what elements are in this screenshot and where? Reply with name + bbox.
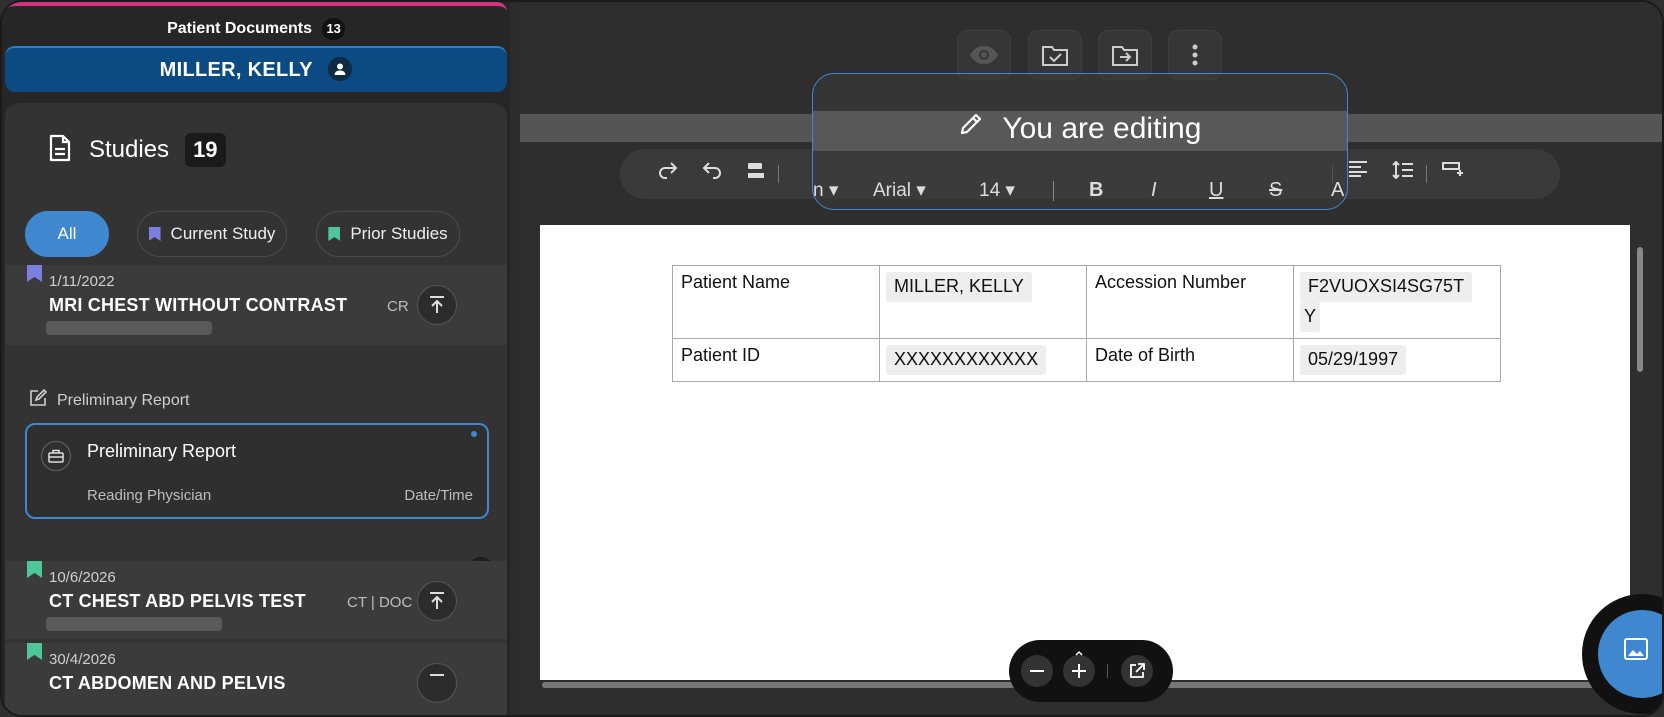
document-page[interactable]: Patient Name MILLER, KELLY Accession Num… [540, 225, 1630, 680]
table-row: Patient Name MILLER, KELLY Accession Num… [672, 265, 1501, 339]
patient-documents-title: Patient Documents [167, 20, 312, 37]
table-cell: Accession Number [1086, 265, 1294, 339]
briefcase-icon [41, 441, 71, 471]
app-window: Patient Documents 13 MILLER, KELLY Studi… [0, 0, 1664, 717]
studies-count: 19 [185, 133, 226, 167]
italic-icon[interactable]: I [1151, 179, 1157, 202]
bookmark-icon [328, 227, 341, 241]
font-size-select[interactable]: 14 ▾ [979, 179, 1015, 202]
patient-documents-count: 13 [322, 18, 345, 40]
editing-banner-text: You are editing [1002, 112, 1202, 145]
bookmark-icon [27, 643, 42, 660]
table-cell[interactable]: MILLER, KELLY [879, 265, 1087, 339]
unread-dot [471, 431, 477, 437]
redo-icon[interactable] [658, 161, 678, 185]
report-date-time: Date/Time [404, 487, 473, 504]
filter-all-label: All [57, 224, 77, 243]
filter-current-study-label: Current Study [170, 224, 276, 243]
style-select[interactable]: n ▾ [813, 179, 838, 202]
study-modality: CR [387, 298, 409, 315]
study-name: CT ABDOMEN AND PELVIS [49, 673, 286, 693]
table-cell: Patient ID [672, 338, 880, 382]
patient-documents-header: Patient Documents 13 MILLER, KELLY [5, 2, 507, 94]
patient-info-table: Patient Name MILLER, KELLY Accession Num… [672, 265, 1501, 382]
table-cell: Patient Name [672, 265, 880, 339]
preliminary-card-title: Preliminary Report [87, 441, 237, 461]
image-icon [1624, 638, 1648, 665]
preliminary-report-card[interactable]: Preliminary Report Reading Physician Dat… [25, 423, 489, 519]
field-value[interactable]: 05/29/1997 [1300, 345, 1407, 375]
editing-banner: You are editing n ▾ Arial ▾ 14 ▾ B I U S… [812, 73, 1348, 210]
redacted-text [46, 617, 222, 631]
table-cell[interactable]: XXXXXXXXXXXX [879, 338, 1087, 382]
study-row[interactable]: 10/6/2026 CT CHEST ABD PELVIS TEST CT | … [5, 561, 507, 639]
upload-button[interactable] [417, 285, 457, 325]
underline-icon[interactable]: U [1209, 179, 1223, 202]
open-external-button[interactable] [1121, 655, 1153, 687]
table-cell: Date of Birth [1086, 338, 1294, 382]
upload-button[interactable] [417, 581, 457, 621]
filter-current-study-button[interactable]: Current Study [137, 211, 287, 257]
image-button[interactable] [1598, 610, 1662, 698]
field-value[interactable]: XXXXXXXXXXXX [886, 345, 1047, 375]
undo-icon[interactable] [702, 161, 722, 185]
filter-prior-studies-label: Prior Studies [350, 224, 448, 243]
studies-header: Studies 19 [49, 133, 226, 167]
filter-all-button[interactable]: All [25, 211, 109, 257]
strikethrough-icon[interactable]: S [1269, 179, 1282, 202]
field-value[interactable]: Y [1300, 302, 1321, 332]
study-modality: CT | DOC [347, 594, 413, 611]
studies-panel: Studies 19 All Current Study Prior Studi… [5, 103, 507, 715]
insert-icon[interactable] [1442, 161, 1464, 183]
user-icon[interactable] [328, 56, 353, 81]
left-panel: Patient Documents 13 MILLER, KELLY Studi… [2, 2, 510, 715]
redacted-text [46, 321, 212, 335]
chevron-up-icon[interactable] [1075, 643, 1083, 661]
patient-name: MILLER, KELLY [159, 59, 313, 81]
document-icon [49, 134, 71, 167]
study-name: MRI CHEST WITHOUT CONTRAST [49, 295, 348, 315]
preliminary-report-section: Preliminary Report [29, 388, 190, 412]
font-family-select[interactable]: Arial ▾ [873, 179, 926, 202]
study-row[interactable]: 30/4/2026 CT ABDOMEN AND PELVIS [5, 643, 507, 715]
table-cell[interactable]: 05/29/1997 [1293, 338, 1501, 382]
reading-physician: Reading Physician [87, 487, 212, 504]
field-value[interactable]: MILLER, KELLY [886, 272, 1032, 302]
paint-format-icon[interactable] [746, 161, 766, 187]
text-color-icon[interactable]: A [1331, 179, 1344, 202]
preliminary-report-label: Preliminary Report [57, 391, 190, 409]
filter-prior-studies-button[interactable]: Prior Studies [316, 211, 460, 257]
study-date: 10/6/2026 [49, 569, 116, 586]
bookmark-icon [27, 561, 42, 578]
studies-label: Studies [89, 136, 170, 163]
pencil-icon [959, 110, 983, 144]
field-value[interactable]: F2VUOXSI4SG75T [1300, 272, 1473, 302]
vertical-scrollbar[interactable] [1637, 247, 1643, 372]
line-spacing-icon[interactable] [1392, 160, 1414, 185]
study-row[interactable]: 1/11/2022 MRI CHEST WITHOUT CONTRAST CR [5, 265, 507, 345]
bookmark-icon [148, 227, 161, 241]
zoom-controls [1009, 640, 1173, 702]
bookmark-icon [27, 265, 42, 282]
study-date: 1/11/2022 [49, 273, 115, 290]
align-left-icon[interactable] [1348, 161, 1368, 183]
table-row: Patient ID XXXXXXXXXXXX Date of Birth 05… [672, 338, 1501, 382]
edit-note-icon [29, 388, 48, 412]
upload-button[interactable] [417, 663, 457, 703]
bold-icon[interactable]: B [1089, 179, 1103, 202]
zoom-out-button[interactable] [1021, 655, 1053, 687]
patient-name-bar[interactable]: MILLER, KELLY [5, 46, 507, 92]
table-cell[interactable]: F2VUOXSI4SG75T Y [1293, 265, 1501, 339]
study-name: CT CHEST ABD PELVIS TEST [49, 591, 306, 611]
study-date: 30/4/2026 [49, 651, 116, 668]
